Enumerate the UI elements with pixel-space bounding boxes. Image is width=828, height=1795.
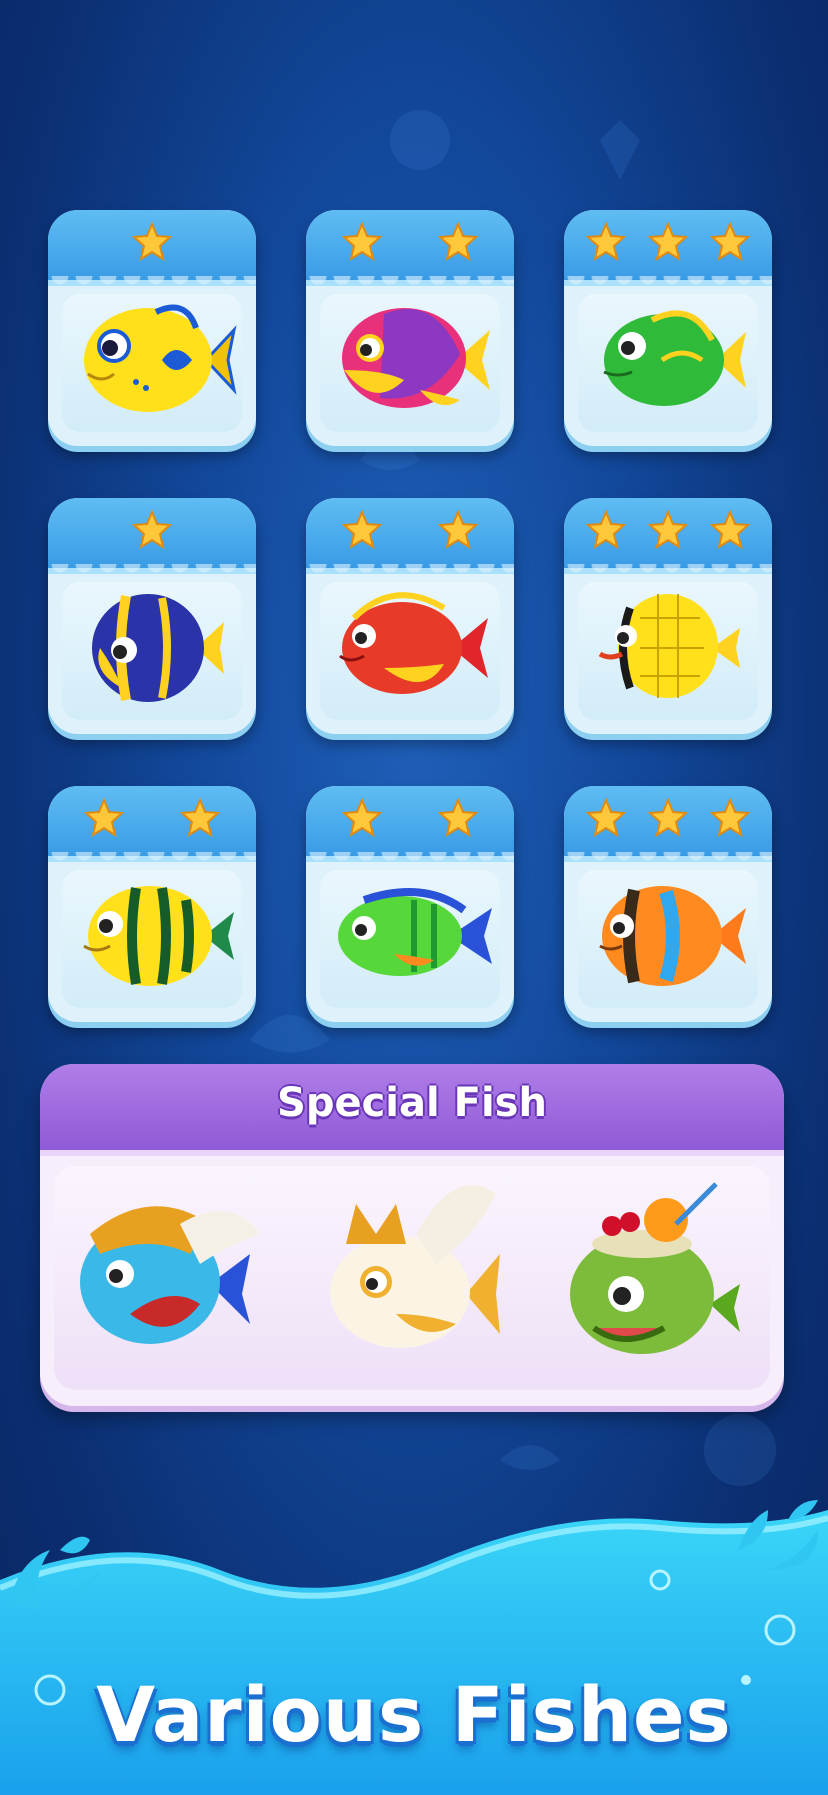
fish-card-6[interactable] [564,498,772,734]
star-rating [564,797,772,838]
coconut-fish-icon[interactable] [550,1164,750,1374]
star-icon [437,797,479,838]
star-icon [647,221,689,262]
yellow-fish-icon [84,304,237,412]
yellow-butterfly-fish-icon [598,594,740,698]
green-fish-icon [603,310,746,406]
red-fish-icon [339,592,488,694]
fish-card-1[interactable] [48,210,256,446]
fish-card-9[interactable] [564,786,772,1022]
water-splash-left-icon [10,1536,100,1610]
star-icon [585,509,627,550]
special-fish-panel: Special Fish [40,1064,784,1406]
star-rating [48,221,256,262]
star-icon [341,797,383,838]
star-icon [585,221,627,262]
special-panel-header: Special Fish [40,1064,784,1156]
pink-fish-icon [342,308,490,408]
star-rating [564,509,772,550]
star-icon [709,221,751,262]
various-fishes-title: Various Fishes [96,1670,732,1759]
fish-card-7[interactable] [48,786,256,1022]
star-icon [131,509,173,550]
star-icon [709,797,751,838]
star-icon [585,797,627,838]
warrior-fish-icon[interactable] [60,1164,260,1374]
winged-gold-fish-icon[interactable] [306,1164,506,1374]
star-icon [437,509,479,550]
star-icon [647,509,689,550]
star-icon [709,509,751,550]
star-icon [83,797,125,838]
water-splash-right-icon [738,1500,818,1570]
fish-card-4[interactable] [48,498,256,734]
star-rating [306,797,514,838]
star-rating [48,509,256,550]
special-panel-title: Special Fish [277,1080,547,1126]
star-rating [564,221,772,262]
star-rating [48,797,256,838]
orange-clown-fish-icon [599,886,746,986]
fish-card-2[interactable] [306,210,514,446]
star-icon [647,797,689,838]
star-icon [341,221,383,262]
star-rating [306,221,514,262]
fish-card-5[interactable] [306,498,514,734]
blue-striped-fish-icon [92,594,224,702]
star-icon [131,221,173,262]
green-blue-fish-icon [338,888,492,976]
star-icon [437,221,479,262]
star-icon [341,509,383,550]
fish-card-3[interactable] [564,210,772,446]
fish-card-8[interactable] [306,786,514,1022]
star-icon [179,797,221,838]
green-striped-fish-icon [83,886,234,986]
star-rating [306,509,514,550]
